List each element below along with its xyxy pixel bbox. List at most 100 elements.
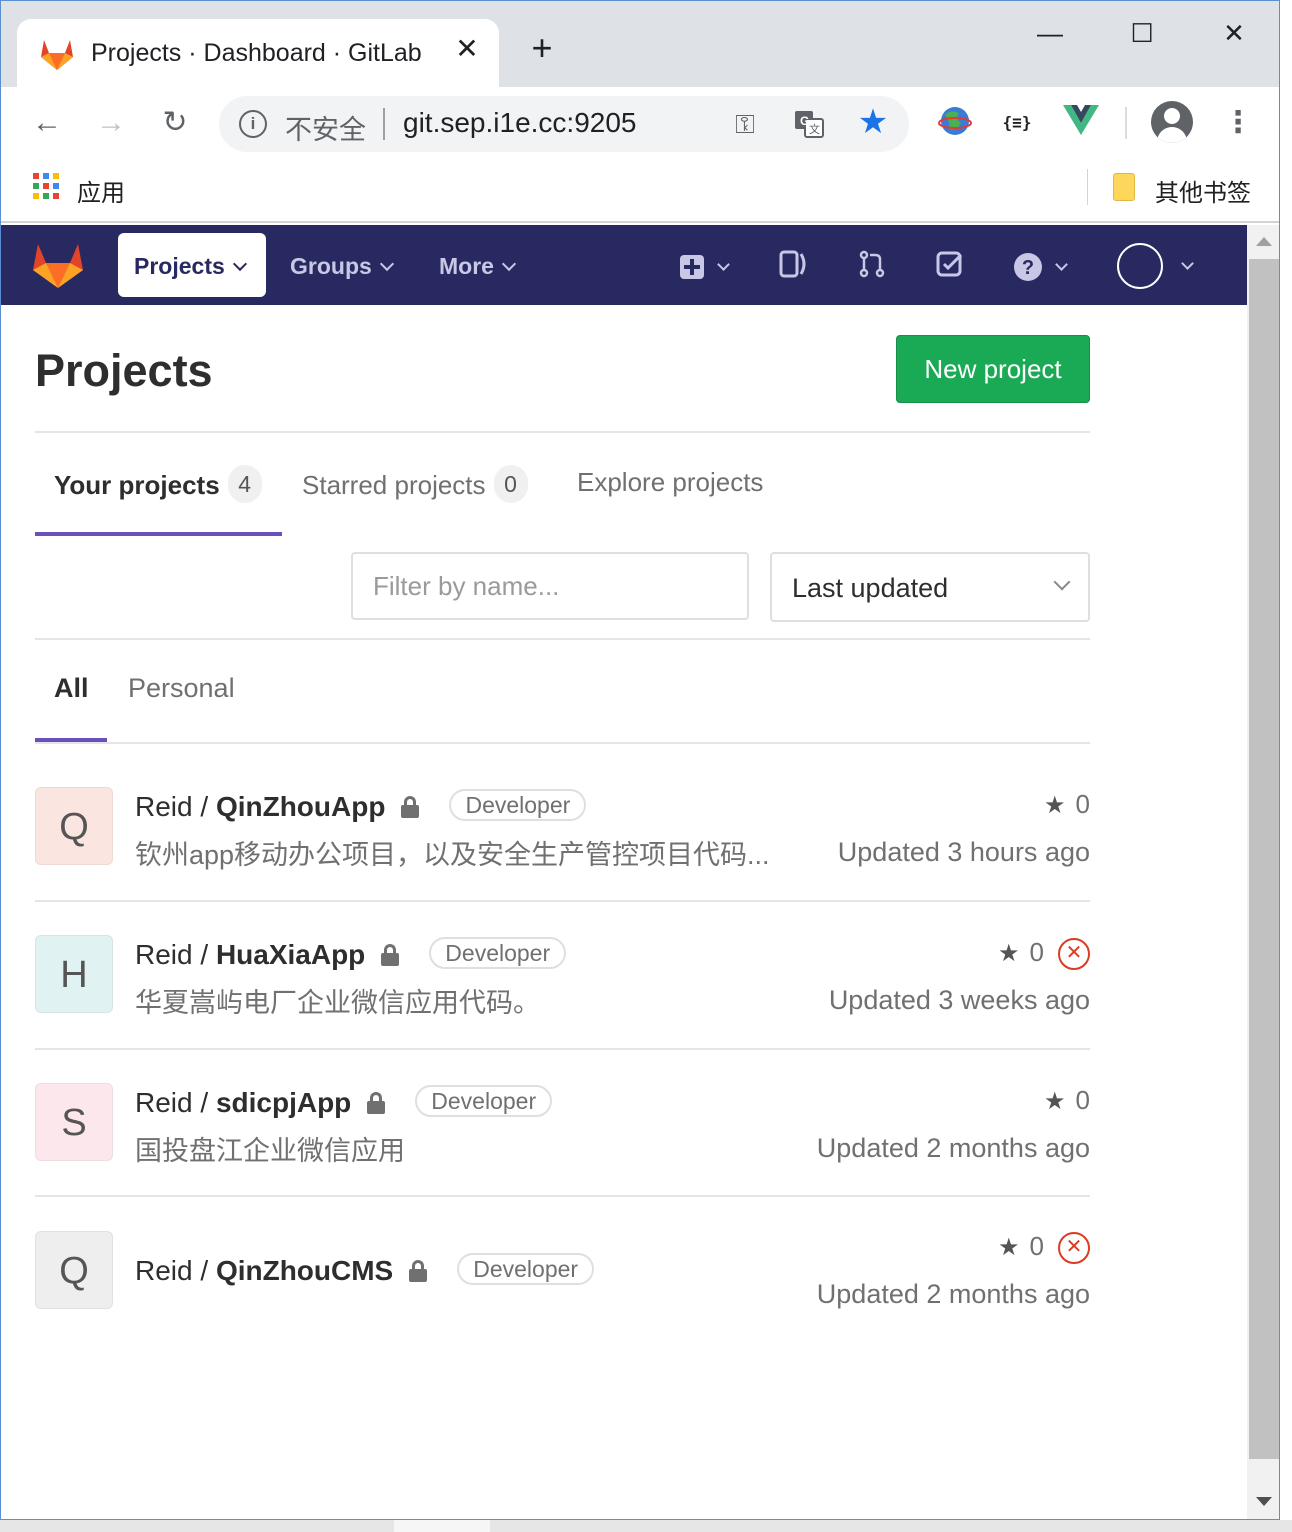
project-description: 钦州app移动办公项目，以及安全生产管控项目代码...	[135, 840, 770, 870]
pipeline-failed-icon[interactable]: ✕	[1058, 938, 1090, 970]
user-avatar[interactable]	[1117, 243, 1163, 289]
project-row[interactable]: Q Reid / QinZhouApp Developer 钦州app移动办公项目…	[35, 753, 1090, 901]
scroll-up-arrow-icon[interactable]	[1256, 237, 1272, 246]
info-icon[interactable]: i	[239, 110, 267, 138]
back-arrow-icon[interactable]: ←	[25, 101, 69, 145]
divider	[35, 431, 1090, 433]
project-row[interactable]: Q Reid / QinZhouCMS Developer ★ 0 ✕ Updated…	[35, 1197, 1090, 1345]
project-name-link[interactable]: Reid / QinZhouApp Developer	[135, 789, 587, 824]
project-avatar[interactable]: S	[35, 1083, 113, 1161]
scroll-thumb[interactable]	[1249, 259, 1279, 1459]
horizontal-scroll-thumb[interactable]	[394, 1520, 490, 1532]
chrome-menu-icon[interactable]: ⋮	[1223, 101, 1253, 145]
project-stars[interactable]: ★ 0 ✕	[998, 937, 1090, 972]
chevron-down-icon	[1055, 258, 1068, 271]
project-avatar[interactable]: Q	[35, 787, 113, 865]
nav-projects-dropdown[interactable]: Projects	[118, 233, 266, 297]
browser-tab[interactable]: Projects · Dashboard · GitLab ✕	[17, 19, 499, 87]
project-name: QinZhouApp	[215, 791, 386, 822]
star-count: 0	[1029, 1231, 1044, 1261]
issues-icon[interactable]	[779, 249, 809, 281]
pipeline-failed-icon[interactable]: ✕	[1058, 1232, 1090, 1264]
star-icon: ★	[1044, 792, 1066, 819]
apps-grid-icon[interactable]	[33, 173, 61, 201]
filter-by-name-input[interactable]	[351, 552, 749, 620]
project-stars[interactable]: ★ 0	[1044, 789, 1090, 820]
updated-time: Updated 3 hours ago	[837, 837, 1090, 867]
translate-icon[interactable]: G 文	[793, 108, 825, 140]
new-tab-button[interactable]: +	[523, 30, 561, 69]
tab-explore-projects[interactable]: Explore projects	[577, 467, 763, 498]
chevron-down-icon	[232, 256, 247, 272]
apps-bookmark-label[interactable]: 应用	[77, 173, 125, 208]
profile-avatar-icon[interactable]	[1151, 101, 1193, 143]
window-close-button[interactable]: ✕	[1211, 15, 1257, 51]
chevron-down-icon[interactable]	[1181, 257, 1194, 270]
sort-dropdown[interactable]: Last updated	[770, 552, 1090, 622]
tab-starred-projects[interactable]: Starred projects 0	[302, 465, 528, 505]
new-item-dropdown[interactable]	[679, 249, 730, 281]
minimize-button[interactable]: —	[1027, 15, 1073, 51]
divider	[35, 742, 1090, 744]
forward-arrow-icon[interactable]: →	[89, 101, 133, 145]
new-project-button[interactable]: New project	[896, 335, 1090, 403]
updated-time: Updated 2 months ago	[816, 1133, 1090, 1163]
subtab-all[interactable]: All	[54, 673, 89, 704]
project-avatar[interactable]: H	[35, 935, 113, 1013]
todo-checkbox-icon[interactable]	[935, 249, 965, 281]
vue-devtools-icon[interactable]	[1061, 103, 1101, 143]
svg-text:?: ?	[1022, 257, 1034, 279]
bookmarks-bar: 应用 其他书签	[1, 159, 1279, 223]
tab-close-icon[interactable]: ✕	[451, 33, 483, 65]
project-row[interactable]: H Reid / HuaXiaApp Developer 华夏嵩屿电厂企业微信应用…	[35, 901, 1090, 1049]
toolbar-divider	[1125, 107, 1127, 139]
chevron-down-icon	[717, 258, 730, 271]
chevron-down-icon	[379, 256, 394, 272]
star-count: 0	[1029, 937, 1044, 967]
vertical-scrollbar[interactable]	[1247, 225, 1279, 1519]
nav-groups-dropdown[interactable]: Groups	[290, 253, 394, 280]
subtab-personal[interactable]: Personal	[128, 673, 235, 704]
reload-icon[interactable]: ↻	[153, 101, 197, 145]
lock-icon	[367, 1092, 386, 1114]
help-dropdown[interactable]: ?	[1013, 249, 1068, 281]
bookmarks-divider	[1087, 169, 1088, 205]
updated-time: Updated 3 weeks ago	[828, 985, 1090, 1015]
tab-label: Starred projects	[302, 470, 486, 500]
folder-icon[interactable]	[1113, 173, 1135, 201]
project-avatar[interactable]: Q	[35, 1231, 113, 1309]
security-label[interactable]: 不安全	[285, 108, 366, 147]
browser-toolbar: ← → ↻ i 不安全 git.sep.i1e.cc:9205 ⚿ G 文 ★ …	[1, 87, 1279, 159]
sort-selected-label: Last updated	[792, 573, 949, 603]
project-stars[interactable]: ★ 0 ✕	[998, 1231, 1090, 1266]
count-badge: 0	[493, 465, 528, 503]
project-name-link[interactable]: Reid / HuaXiaApp Developer	[135, 937, 567, 972]
star-count: 0	[1075, 789, 1090, 819]
key-icon[interactable]: ⚿	[727, 106, 763, 142]
tab-title: Projects · Dashboard · GitLab	[91, 39, 422, 67]
bookmark-star-icon[interactable]: ★	[853, 102, 893, 142]
project-name-link[interactable]: Reid / sdicpjApp Developer	[135, 1085, 553, 1120]
svg-text:G: G	[800, 114, 809, 128]
star-icon: ★	[1044, 1088, 1066, 1115]
nav-more-dropdown[interactable]: More	[439, 253, 517, 280]
divider	[35, 638, 1090, 640]
json-extension-icon[interactable]: {≡}	[997, 103, 1037, 143]
merge-request-icon[interactable]	[857, 249, 887, 281]
project-namespace: Reid /	[135, 1087, 216, 1118]
scroll-down-arrow-icon[interactable]	[1256, 1497, 1272, 1506]
count-badge: 4	[227, 465, 262, 503]
url-text[interactable]: git.sep.i1e.cc:9205	[403, 107, 637, 139]
project-row[interactable]: S Reid / sdicpjApp Developer 国投盘江企业微信应用 ★…	[35, 1049, 1090, 1197]
project-namespace: Reid /	[135, 791, 216, 822]
project-stars[interactable]: ★ 0	[1044, 1085, 1090, 1116]
tab-your-projects[interactable]: Your projects 4	[54, 465, 262, 505]
other-bookmarks-label[interactable]: 其他书签	[1155, 173, 1251, 208]
horizontal-scrollbar[interactable]	[0, 1520, 1292, 1532]
gitlab-logo-icon[interactable]	[31, 241, 85, 289]
project-name-link[interactable]: Reid / QinZhouCMS Developer	[135, 1253, 595, 1288]
maximize-button[interactable]: ☐	[1119, 15, 1165, 51]
extension-globe-icon[interactable]	[935, 103, 975, 143]
omnibox-divider	[383, 108, 385, 140]
address-bar[interactable]: i 不安全 git.sep.i1e.cc:9205 ⚿ G 文 ★	[219, 96, 909, 152]
